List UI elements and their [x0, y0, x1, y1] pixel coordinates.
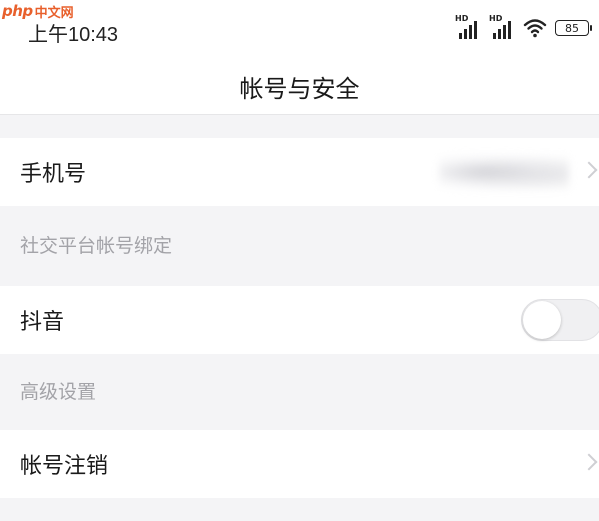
page-title: 帐号与安全 — [239, 74, 360, 103]
nav-header: 帐号与安全 — [0, 58, 599, 114]
chevron-right-icon — [580, 453, 598, 471]
section-social-binding: 社交平台帐号绑定 — [0, 214, 599, 274]
battery-icon: 85 — [555, 20, 592, 36]
account-cancellation-row[interactable]: 帐号注销 — [0, 430, 599, 498]
section-label: 社交平台帐号绑定 — [20, 234, 173, 257]
douyin-toggle[interactable] — [521, 299, 599, 341]
cellular-signal-icon: HD — [489, 14, 515, 39]
battery-level: 85 — [565, 21, 579, 35]
phone-number-value-blurred — [439, 154, 569, 190]
douyin-row: 抖音 — [0, 286, 599, 354]
account-cancellation-label: 帐号注销 — [20, 454, 109, 479]
section-label: 高级设置 — [20, 380, 97, 403]
cellular-signal-icon: HD — [455, 14, 481, 39]
chevron-right-icon — [580, 161, 598, 179]
wifi-icon — [523, 19, 547, 38]
status-time: 上午10:43 — [28, 24, 119, 46]
section-advanced-settings: 高级设置 — [0, 360, 599, 420]
phone-number-row[interactable]: 手机号 — [0, 138, 599, 206]
status-bar: php 中文网 上午10:43 HD HD 85 — [0, 0, 599, 58]
header-divider — [0, 114, 599, 115]
douyin-label: 抖音 — [20, 310, 65, 335]
toggle-knob — [523, 301, 561, 339]
phone-number-label: 手机号 — [20, 162, 87, 187]
status-icons: HD HD 85 — [455, 14, 592, 40]
